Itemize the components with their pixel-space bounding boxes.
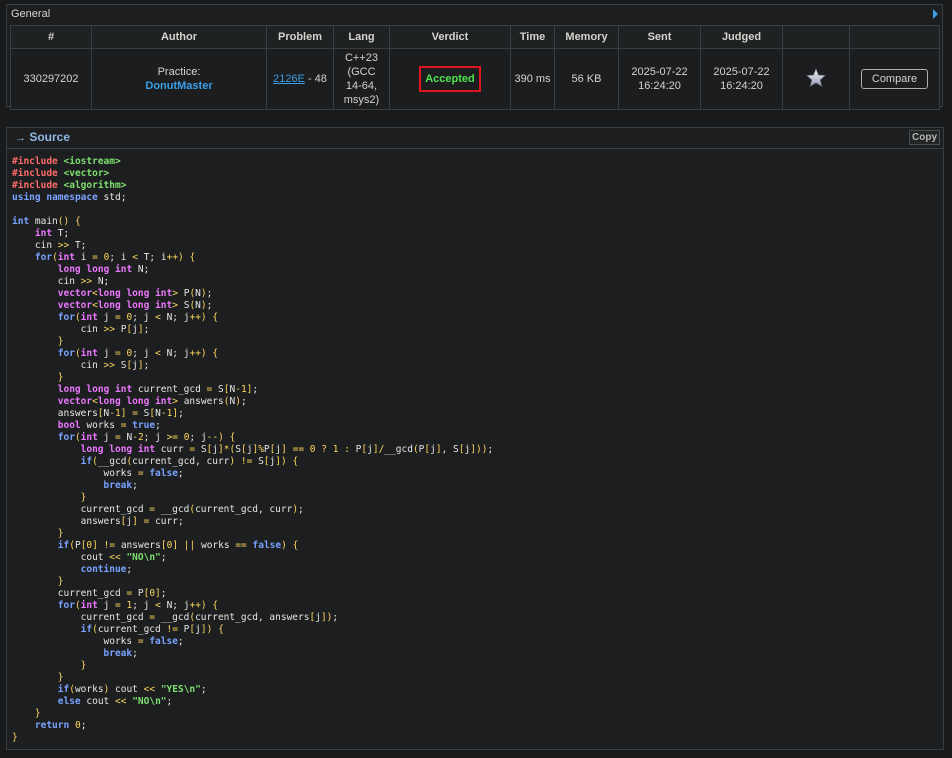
general-panel: General # Author Problem Lang Verdict Ti… — [6, 4, 943, 110]
verdict-badge: Accepted — [419, 66, 481, 92]
triangle-right-icon[interactable] — [933, 9, 938, 19]
favorite-cell — [782, 48, 850, 110]
sent-time: 16:24:20 — [638, 80, 681, 92]
col-author: Author — [91, 25, 267, 49]
col-verdict: Verdict — [389, 25, 511, 49]
table-row: 330297202 Practice: DonutMaster 2126E - … — [10, 48, 940, 110]
lang-line: (GCC — [347, 66, 376, 78]
general-title: General — [11, 8, 51, 20]
col-lang: Lang — [333, 25, 390, 49]
lang-cell: C++23 (GCC 14-64, msys2) — [333, 48, 390, 110]
lang-line: msys2) — [343, 94, 380, 106]
judged-time: 16:24:20 — [720, 80, 763, 92]
table-header-row: # Author Problem Lang Verdict Time Memor… — [10, 25, 940, 49]
lang-line: 14-64, — [345, 80, 378, 92]
problem-link[interactable]: 2126E — [273, 73, 305, 85]
time-cell: 390 ms — [510, 48, 555, 110]
col-time: Time — [510, 25, 555, 49]
problem-suffix: - 48 — [304, 73, 327, 85]
col-sent: Sent — [618, 25, 701, 49]
author-cell: Practice: DonutMaster — [91, 48, 267, 110]
col-judged: Judged — [700, 25, 783, 49]
memory-cell: 56 KB — [554, 48, 619, 110]
arrow-right-icon: → — [15, 132, 26, 144]
source-title-text: Source — [29, 130, 71, 144]
col-memory: Memory — [554, 25, 619, 49]
sent-cell: 2025-07-22 16:24:20 — [618, 48, 701, 110]
copy-button[interactable]: Copy — [909, 130, 940, 145]
problem-cell: 2126E - 48 — [266, 48, 334, 110]
col-id: # — [10, 25, 92, 49]
source-panel: → Source Copy #include <iostream> #inclu… — [6, 127, 944, 750]
col-problem: Problem — [266, 25, 334, 49]
col-favorite — [782, 25, 850, 49]
compare-button[interactable]: Compare — [860, 69, 929, 89]
submission-table: # Author Problem Lang Verdict Time Memor… — [10, 25, 940, 110]
lang-line: C++23 — [344, 52, 379, 64]
star-icon[interactable] — [806, 67, 826, 87]
source-header: → Source Copy — [7, 128, 943, 149]
compare-cell: Compare — [849, 48, 940, 110]
judged-date: 2025-07-22 — [713, 66, 770, 78]
source-code[interactable]: #include <iostream> #include <vector> #i… — [12, 156, 493, 744]
author-link[interactable]: DonutMaster — [94, 79, 264, 93]
verdict-cell: Accepted — [389, 48, 511, 110]
sent-date: 2025-07-22 — [631, 66, 688, 78]
submission-id: 330297202 — [10, 48, 92, 110]
source-title: → Source — [15, 130, 70, 144]
col-compare — [849, 25, 940, 49]
judged-cell: 2025-07-22 16:24:20 — [700, 48, 783, 110]
author-prefix: Practice: — [157, 66, 201, 78]
